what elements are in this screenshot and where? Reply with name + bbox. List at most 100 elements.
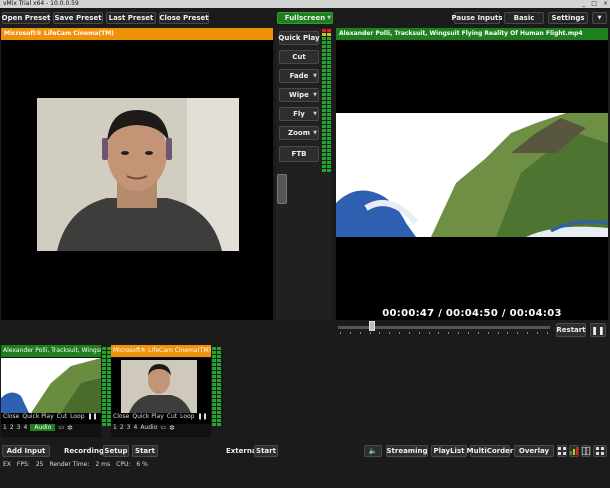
maximize-button[interactable]: □ — [591, 0, 597, 8]
overlay-2-button[interactable]: 2 — [10, 424, 14, 431]
input-box-2[interactable]: Microsoft® LifeCam Cinema(TM) Close Quic… — [111, 345, 211, 437]
fullscreen-label: Fullscreen — [284, 14, 326, 22]
chevron-down-icon: ▼ — [313, 73, 317, 79]
input-controls-row2: 1 2 3 4 Audio ▭ ✲ — [1, 423, 101, 432]
input-controls-row2: 1 2 3 4 Audio ▭ ✲ — [111, 423, 211, 432]
window-title: vMix Trial x64 - 10.0.0.59 — [0, 0, 610, 8]
output-video-frame — [336, 113, 609, 237]
status-ex: EX — [3, 461, 11, 468]
master-audio-meter-right — [327, 29, 331, 172]
input-title: Microsoft® LifeCam Cinema(TM) — [111, 345, 211, 357]
status-bar: EX FPS: 25 Render Time: 2 ms CPU: 6 % — [0, 460, 610, 470]
playlist-button[interactable]: PlayList — [431, 445, 467, 457]
playback-timecode: 00:00:47 / 00:04:50 / 00:04:03 — [382, 308, 562, 319]
overlay-4-button[interactable]: 4 — [133, 424, 137, 431]
status-fps-label: FPS: — [16, 461, 30, 468]
overlay-3-button[interactable]: 3 — [127, 424, 131, 431]
webcam-person-image — [37, 98, 239, 251]
seek-handle[interactable] — [368, 321, 375, 331]
chevron-down-icon: ▼ — [597, 15, 602, 21]
chevron-down-icon: ▼ — [313, 92, 317, 98]
input-close-button[interactable]: Close — [3, 413, 19, 421]
multiview-icon[interactable] — [581, 445, 591, 457]
gear-icon[interactable]: ✲ — [169, 424, 175, 432]
cut-button[interactable]: Cut — [279, 50, 319, 64]
settings-button[interactable]: Settings — [548, 12, 588, 24]
overlay-4-button[interactable]: 4 — [23, 424, 27, 431]
pause-icon[interactable]: ❚❚ — [88, 413, 98, 421]
monitor-icon[interactable]: ▭ — [160, 424, 166, 431]
streaming-button[interactable]: Streaming — [386, 445, 428, 457]
seek-ticks — [340, 332, 548, 335]
audio-button[interactable]: Audio — [30, 424, 56, 431]
multicorder-button[interactable]: MultiCorder — [467, 445, 513, 457]
input-loop-button[interactable]: Loop — [180, 413, 194, 421]
wipe-button[interactable]: Wipe ▼ — [279, 88, 319, 102]
chevron-down-icon: ▼ — [313, 111, 317, 117]
last-preset-button[interactable]: Last Preset — [106, 12, 156, 24]
pause-inputs-button[interactable]: Pause Inputs — [451, 12, 503, 24]
status-render: 2 ms — [95, 461, 111, 468]
overlay-1-button[interactable]: 1 — [3, 424, 7, 431]
wingsuit-landscape-image — [336, 113, 609, 237]
external-start-button[interactable]: Start — [254, 445, 278, 457]
speaker-icon: 🔈 — [368, 447, 378, 455]
input-thumbnail-image — [111, 358, 211, 413]
pause-button[interactable]: ❚❚ — [590, 323, 606, 337]
input1-audio-meter-left — [102, 347, 106, 426]
input-cut-button[interactable]: Cut — [167, 413, 177, 421]
input-cut-button[interactable]: Cut — [57, 413, 67, 421]
close-preset-button[interactable]: Close Preset — [159, 12, 209, 24]
quick-play-button[interactable]: Quick Play — [278, 31, 320, 45]
fly-button[interactable]: Fly ▼ — [279, 107, 319, 121]
input-title: Alexander Polli, Tracksuit, Wingsuit — [1, 345, 101, 357]
recording-setup-button[interactable]: Setup — [103, 445, 129, 457]
speaker-button[interactable]: 🔈 — [364, 445, 382, 457]
master-audio-meter-left — [322, 29, 326, 172]
open-preset-button[interactable]: Open Preset — [2, 12, 50, 24]
pause-icon[interactable]: ❚❚ — [198, 413, 208, 421]
input-controls: Close Quick Play Cut Loop ❚❚ — [111, 413, 211, 421]
settings-menu-button[interactable]: ▼ — [592, 12, 607, 24]
save-preset-button[interactable]: Save Preset — [53, 12, 103, 24]
chevron-down-icon: ▼ — [327, 15, 331, 21]
audio-button[interactable]: Audio — [140, 424, 157, 431]
gear-icon[interactable]: ✲ — [67, 424, 73, 432]
fade-button[interactable]: Fade ▼ — [279, 69, 319, 83]
output-title: Alexander Polli, Tracksuit, Wingsuit Fly… — [336, 28, 608, 40]
level-meter-icon[interactable] — [569, 445, 579, 457]
fullscreen-button[interactable]: Fullscreen ▼ — [277, 12, 333, 24]
input-controls: Close Quick Play Cut Loop ❚❚ — [1, 413, 101, 421]
pause-icon: ❚❚ — [591, 325, 605, 335]
overlay-3-button[interactable]: 3 — [17, 424, 21, 431]
recording-start-button[interactable]: Start — [132, 445, 158, 457]
overlay-button[interactable]: Overlay — [514, 445, 554, 457]
layout-grid-icon[interactable] — [557, 445, 567, 457]
fly-label: Fly — [293, 110, 305, 118]
input-loop-button[interactable]: Loop — [70, 413, 84, 421]
recording-label: Recording — [64, 447, 104, 455]
basic-button[interactable]: Basic — [504, 12, 544, 24]
preview-title: Microsoft® LifeCam Cinema(TM) — [1, 28, 273, 40]
wipe-label: Wipe — [289, 91, 309, 99]
status-cpu: 6 % — [136, 461, 148, 468]
input-quickplay-button[interactable]: Quick Play — [132, 413, 163, 421]
overlay-1-button[interactable]: 1 — [113, 424, 117, 431]
t-bar-handle[interactable] — [277, 174, 287, 204]
add-input-button[interactable]: Add Input — [2, 445, 50, 457]
input2-audio-meter-left — [212, 347, 216, 426]
fade-label: Fade — [289, 72, 309, 80]
fullscreen-grid-icon[interactable] — [593, 445, 607, 457]
input-close-button[interactable]: Close — [113, 413, 129, 421]
zoom-button[interactable]: Zoom ▼ — [279, 126, 319, 140]
overlay-2-button[interactable]: 2 — [120, 424, 124, 431]
input-thumbnail-image — [1, 358, 101, 413]
input-box-1[interactable]: Alexander Polli, Tracksuit, Wingsuit Clo… — [1, 345, 101, 437]
restart-button[interactable]: Restart — [556, 323, 586, 337]
close-window-button[interactable]: × — [603, 0, 608, 8]
status-render-label: Render Time: — [49, 461, 90, 468]
monitor-icon[interactable]: ▭ — [58, 424, 64, 431]
minimize-button[interactable]: _ — [582, 0, 585, 8]
ftb-button[interactable]: FTB — [279, 146, 319, 162]
input-quickplay-button[interactable]: Quick Play — [22, 413, 53, 421]
